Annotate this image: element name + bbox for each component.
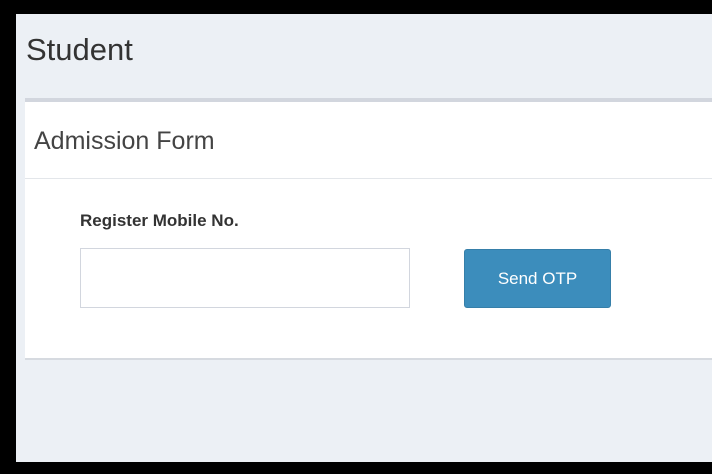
- send-otp-button[interactable]: Send OTP: [464, 249, 611, 308]
- card-title: Admission Form: [34, 127, 215, 155]
- mobile-number-label: Register Mobile No.: [80, 211, 239, 230]
- page-title: Student: [26, 32, 133, 67]
- card-header: Admission Form: [25, 102, 712, 179]
- admission-form-card: Admission Form Register Mobile No. Send …: [25, 98, 712, 360]
- app-frame: Student Admission Form Register Mobile N…: [16, 14, 712, 462]
- mobile-number-input[interactable]: [80, 248, 410, 308]
